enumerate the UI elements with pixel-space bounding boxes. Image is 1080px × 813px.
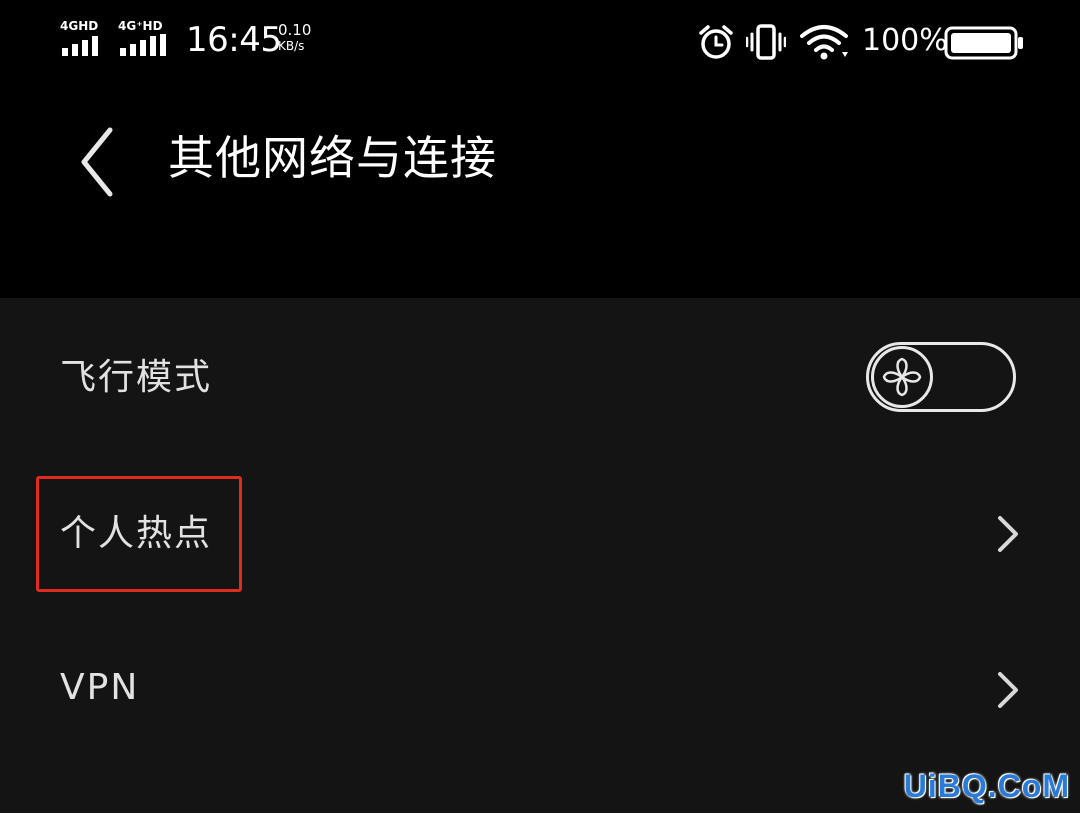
chevron-right-icon	[998, 672, 1018, 708]
network-speed: 0.10 KB/s	[278, 21, 326, 54]
network-speed-unit: KB/s	[278, 39, 305, 53]
sim2-label: 4G⁺HD	[118, 19, 163, 33]
settings-screen: 4GHD 4G⁺HD 16:45 0.10 KB/s 100% 其他网络与连接 …	[0, 0, 1080, 813]
battery-percent: 100%	[862, 23, 948, 58]
sim2-signal-bars-icon	[120, 34, 166, 56]
clock: 16:45	[186, 20, 282, 60]
top-area: 4GHD 4G⁺HD 16:45 0.10 KB/s 100% 其他网络与连接	[0, 0, 1080, 298]
airplane-mode-toggle[interactable]	[866, 342, 1016, 412]
back-button[interactable]	[70, 122, 130, 198]
sim2-signal-icon: 4G⁺HD	[118, 20, 170, 58]
battery-icon	[944, 26, 1023, 60]
chevron-left-icon	[81, 127, 113, 197]
watermark: UiBQ.CoM	[903, 768, 1070, 804]
vibrate-icon	[746, 24, 786, 60]
alarm-clock-icon	[699, 25, 733, 59]
chevron-right-icon	[998, 516, 1018, 552]
airplane-mode-label: 飞行模式	[60, 357, 213, 398]
sim1-signal-icon: 4GHD	[60, 20, 112, 58]
battery-fill	[951, 33, 1011, 53]
page-header: 其他网络与连接	[0, 110, 1080, 210]
vpn-row[interactable]: VPN	[0, 610, 1080, 766]
page-title: 其他网络与连接	[168, 131, 497, 185]
personal-hotspot-label: 个人热点	[60, 513, 213, 554]
sim1-label: 4GHD	[60, 19, 99, 33]
network-speed-value: 0.10	[278, 21, 312, 39]
vpn-label: VPN	[60, 667, 140, 708]
status-bar: 4GHD 4G⁺HD 16:45 0.10 KB/s 100%	[0, 0, 1080, 90]
clover-icon	[882, 357, 922, 397]
settings-list: 飞行模式 个人热点 VPN	[0, 298, 1080, 813]
airplane-mode-row[interactable]: 飞行模式	[0, 298, 1080, 454]
toggle-knob	[871, 346, 933, 408]
wifi-icon	[800, 25, 848, 60]
personal-hotspot-row[interactable]: 个人热点	[0, 454, 1080, 610]
sim1-signal-bars-icon	[62, 36, 98, 56]
